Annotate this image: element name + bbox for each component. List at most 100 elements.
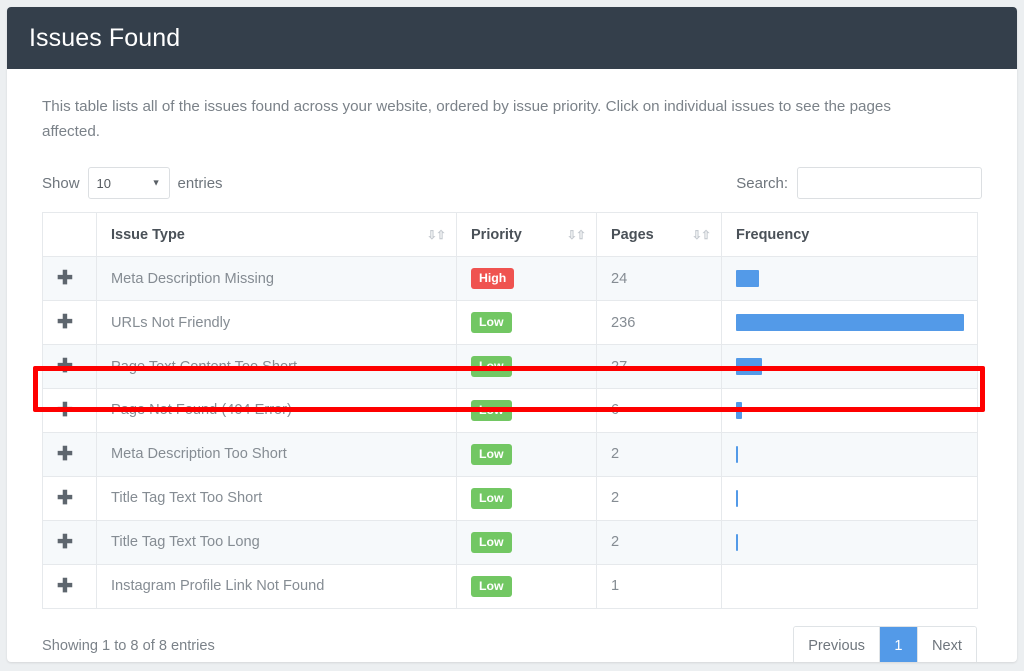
page-root: Issues Found This table lists all of the… [0,0,1024,671]
table-row[interactable]: ✚ URLs Not Friendly Low 236 [43,301,978,345]
table-row[interactable]: ✚Meta Description MissingHigh24 [43,257,978,301]
column-header-pages-label: Pages [611,227,654,243]
column-header-priority-label: Priority [471,227,522,243]
expand-row-button[interactable]: ✚ [43,564,97,608]
page-length-select[interactable]: 10 ▼ [88,167,170,199]
plus-icon: ✚ [57,401,73,420]
status-badge: Low [471,312,512,333]
cell-priority: Low [457,432,597,476]
cell-priority: Low [457,476,597,520]
cell-issue-type: Title Tag Text Too Long [97,520,457,564]
cell-issue-type: Page Text Content Too Short [97,345,457,389]
column-header-priority[interactable]: Priority ⇩⇧ [457,213,597,257]
search-label: Search: [736,175,788,192]
cell-frequency [722,388,978,432]
page-length-value: 10 [97,177,111,190]
expand-row-button[interactable]: ✚ [43,388,97,432]
column-header-pages[interactable]: Pages ⇩⇧ [597,213,722,257]
cell-frequency [722,345,978,389]
plus-icon: ✚ [57,313,73,332]
status-badge: Low [471,488,512,509]
cell-priority: Low [457,520,597,564]
entries-label: entries [178,175,223,192]
frequency-bar [736,270,759,287]
cell-issue-type: URLs Not Friendly [97,301,457,345]
cell-issue-type: Meta Description Too Short [97,432,457,476]
table-row[interactable]: ✚ Instagram Profile Link Not Found Low 1 [43,564,978,608]
cell-frequency [722,520,978,564]
cell-frequency [722,257,978,301]
expand-row-button[interactable]: ✚ [43,301,97,345]
pagination-next[interactable]: Next [918,627,976,663]
expand-row-button[interactable]: ✚ [43,257,97,301]
cell-issue-type: Page Not Found (404 Error) [97,388,457,432]
cell-priority: Low [457,564,597,608]
plus-icon: ✚ [57,489,73,508]
table-row[interactable]: ✚ Title Tag Text Too Short Low 2 [43,476,978,520]
cell-pages: 6 [597,388,722,432]
column-header-issue-type[interactable]: Issue Type ⇩⇧ [97,213,457,257]
expand-row-button[interactable]: ✚ [43,476,97,520]
search-control: Search: [736,167,982,199]
column-header-issue-type-label: Issue Type [111,227,185,243]
table-row[interactable]: ✚ Meta Description Too Short Low 2 [43,432,978,476]
card-header: Issues Found [7,7,1017,69]
table-row[interactable]: ✚Title Tag Text Too LongLow2 [43,520,978,564]
pagination-page-1[interactable]: 1 [880,627,918,663]
frequency-bar [736,534,738,551]
page-title: Issues Found [29,26,180,51]
expand-row-button[interactable]: ✚ [43,432,97,476]
status-badge: Low [471,576,512,597]
table-info: Showing 1 to 8 of 8 entries [42,638,215,654]
expand-row-button[interactable]: ✚ [43,345,97,389]
cell-frequency [722,432,978,476]
search-input[interactable] [797,167,982,199]
column-header-frequency: Frequency [722,213,978,257]
page-length-control: Show 10 ▼ entries [42,167,223,199]
sort-updown-icon: ⇩⇧ [427,229,445,241]
cell-pages: 236 [597,301,722,345]
pagination: Previous 1 Next [793,626,977,663]
column-header-expand [43,213,97,257]
cell-priority: Low [457,345,597,389]
cell-issue-type: Meta Description Missing [97,257,457,301]
cell-pages: 27 [597,345,722,389]
status-badge: Low [471,400,512,421]
sort-updown-icon: ⇩⇧ [692,229,710,241]
status-badge: Low [471,532,512,553]
show-label: Show [42,175,80,192]
intro-text: This table lists all of the issues found… [42,95,937,144]
column-header-frequency-label: Frequency [736,227,809,243]
status-badge: High [471,268,514,289]
sort-updown-icon: ⇩⇧ [567,229,585,241]
frequency-bar [736,314,964,331]
status-badge: Low [471,444,512,465]
table-row[interactable]: ✚ Page Not Found (404 Error) Low 6 [43,388,978,432]
cell-frequency [722,476,978,520]
issues-found-card: Issues Found This table lists all of the… [7,7,1017,662]
cell-pages: 1 [597,564,722,608]
plus-icon: ✚ [57,577,73,596]
cell-issue-type: Instagram Profile Link Not Found [97,564,457,608]
cell-frequency [722,301,978,345]
plus-icon: ✚ [57,357,73,376]
cell-issue-type: Title Tag Text Too Short [97,476,457,520]
pagination-previous[interactable]: Previous [794,627,880,663]
plus-icon: ✚ [57,533,73,552]
table-body: ✚Meta Description MissingHigh24✚URLs Not… [43,257,978,608]
chevron-down-icon: ▼ [152,179,161,188]
status-badge: Low [471,356,512,377]
frequency-bar [736,446,738,463]
table-footer: Showing 1 to 8 of 8 entries Previous 1 N… [42,626,977,663]
table-row[interactable]: ✚ Page Text Content Too Short Low 27 [43,345,978,389]
table-header-row: Issue Type ⇩⇧ Priority ⇩⇧ Pages ⇩⇧ Fre [43,213,978,257]
plus-icon: ✚ [57,445,73,464]
expand-row-button[interactable]: ✚ [43,520,97,564]
frequency-bar [736,358,762,375]
frequency-bar [736,402,742,419]
cell-frequency [722,564,978,608]
cell-pages: 2 [597,476,722,520]
cell-priority: High [457,257,597,301]
cell-pages: 2 [597,432,722,476]
card-body: This table lists all of the issues found… [7,69,1017,662]
